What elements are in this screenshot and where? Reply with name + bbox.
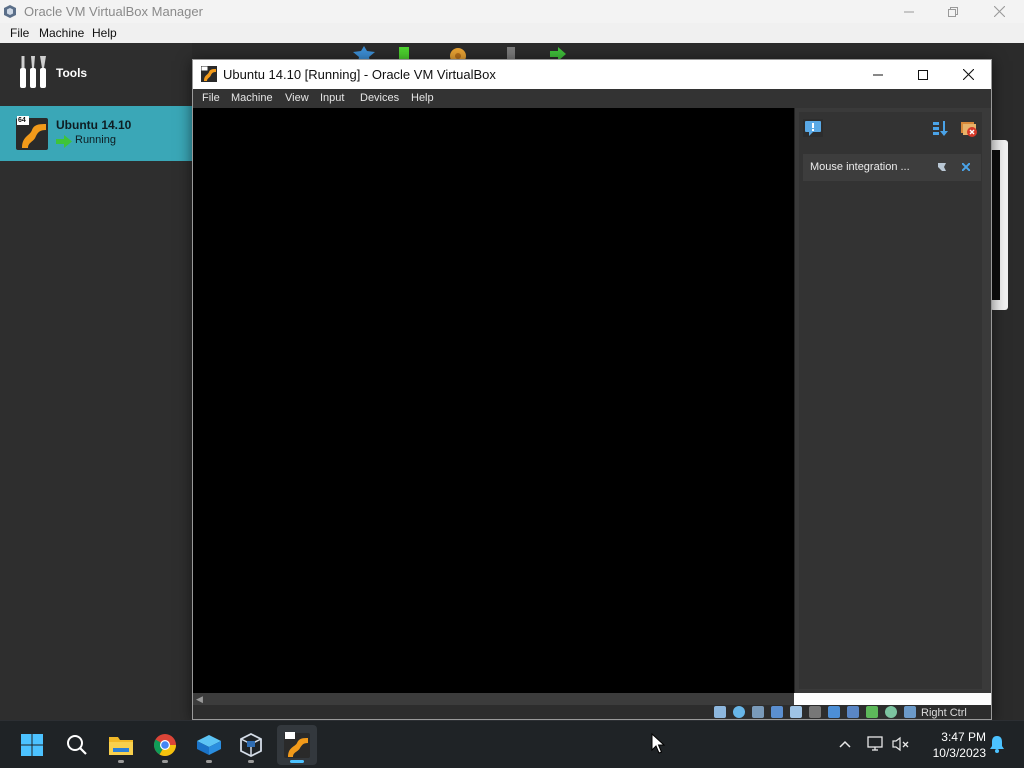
shared-folders-icon[interactable] [809, 706, 821, 718]
volume-muted-icon [892, 736, 909, 752]
tools-icon [20, 56, 46, 88]
taskbar-search-button[interactable] [57, 725, 97, 765]
taskbar-virtualbox-manager[interactable] [231, 725, 271, 765]
manager-title-bar[interactable]: Oracle VM VirtualBox Manager [0, 0, 1024, 23]
dismiss-notification-icon[interactable] [962, 163, 970, 171]
tray-volume-button[interactable] [890, 733, 912, 755]
manager-menu-file[interactable]: File [10, 26, 29, 40]
taskbar: 3:47 PM 10/3/2023 [0, 720, 1024, 768]
windows-start-icon [21, 734, 43, 756]
chevron-up-icon [839, 740, 851, 748]
vm-status-bar: Right Ctrl [193, 705, 991, 719]
close-all-notifications-icon[interactable] [960, 120, 978, 138]
vm-maximize-button[interactable] [900, 60, 946, 89]
minimize-icon [904, 11, 914, 12]
vm-menu-devices[interactable]: Devices [360, 92, 399, 104]
maximize-icon [918, 69, 928, 80]
chrome-icon [154, 734, 176, 756]
network-icon[interactable] [771, 706, 783, 718]
optical-drive-icon[interactable] [733, 706, 745, 718]
taskbar-sandbox-app[interactable] [189, 725, 229, 765]
notification-center-header [799, 112, 982, 144]
network-monitor-icon [867, 736, 883, 751]
vm-menu-help[interactable]: Help [411, 92, 434, 104]
start-button[interactable] [12, 725, 52, 765]
vm-horizontal-scrollbar[interactable]: ◀ [193, 693, 794, 705]
sandbox-box-icon [197, 735, 221, 755]
manager-menu-bar: File Machine Help [0, 23, 1024, 43]
vm-menu-machine[interactable]: Machine [231, 92, 273, 104]
vm-minimize-button[interactable] [855, 60, 901, 89]
vm-menu-view[interactable]: View [285, 92, 309, 104]
ubuntu-vm-icon [284, 732, 310, 758]
vm-window: Ubuntu 14.10 [Running] - Oracle VM Virtu… [192, 59, 992, 720]
keyboard-capture-icon[interactable] [904, 706, 916, 718]
vm-display[interactable] [193, 108, 794, 693]
sort-order-icon[interactable] [933, 121, 949, 137]
sidebar-tools-label: Tools [56, 66, 88, 80]
restore-icon [948, 6, 958, 17]
notification-center-icon[interactable] [803, 119, 823, 137]
tray-network-button[interactable] [865, 733, 887, 755]
notification-text: Mouse integration ... [810, 161, 910, 173]
taskbar-clock[interactable]: 3:47 PM 10/3/2023 [920, 729, 986, 761]
vm-name-label: Ubuntu 14.10 [56, 118, 132, 132]
vm-window-title: Ubuntu 14.10 [Running] - Oracle VM Virtu… [223, 67, 496, 82]
taskbar-chrome[interactable] [145, 725, 185, 765]
cpu-icon[interactable] [866, 706, 878, 718]
running-arrow-icon [56, 135, 72, 148]
manager-sidebar: Tools 64 Ubuntu 14.10 Running [0, 43, 192, 720]
taskbar-file-explorer[interactable] [101, 725, 141, 765]
manager-menu-machine[interactable]: Machine [39, 26, 84, 40]
clock-time: 3:47 PM [941, 730, 986, 744]
manager-minimize-button[interactable] [886, 0, 932, 23]
manager-close-button[interactable] [976, 0, 1022, 23]
vm-menu-input[interactable]: Input [320, 92, 344, 104]
notifications-button[interactable] [986, 733, 1008, 755]
host-key-label: Right Ctrl [921, 707, 967, 719]
display-icon[interactable] [828, 706, 840, 718]
hard-disk-icon[interactable] [714, 706, 726, 718]
minimize-icon [873, 74, 883, 75]
taskbar-ubuntu-vm-window[interactable] [277, 725, 317, 765]
vm-close-button[interactable] [945, 60, 991, 89]
scroll-left-icon[interactable]: ◀ [196, 694, 203, 705]
vm-title-bar[interactable]: Ubuntu 14.10 [Running] - Oracle VM Virtu… [193, 60, 991, 89]
notification-item-mouse-integration[interactable]: Mouse integration ... [803, 154, 981, 181]
keep-notification-icon[interactable] [937, 162, 947, 172]
search-icon [67, 735, 87, 755]
mouse-integration-icon[interactable] [885, 706, 897, 718]
clock-date: 10/3/2023 [932, 746, 986, 760]
usb-icon[interactable] [790, 706, 802, 718]
vm-state-label: Running [75, 134, 116, 146]
notification-center: Mouse integration ... [794, 108, 991, 693]
video-capture-icon[interactable] [847, 706, 859, 718]
manager-details-panel-edge [990, 140, 1008, 310]
add-vm-icon[interactable] [399, 47, 409, 59]
vm-menu-bar: File Machine View Input Devices Help [193, 89, 991, 108]
audio-icon[interactable] [752, 706, 764, 718]
manager-window-title: Oracle VM VirtualBox Manager [24, 4, 203, 19]
virtualbox-icon [240, 733, 262, 757]
vm-window-icon [201, 66, 217, 82]
close-icon [962, 69, 974, 80]
mouse-cursor-icon [651, 733, 665, 754]
notification-scrollbar[interactable] [983, 112, 991, 689]
vm-arch-badge: 64 [18, 117, 26, 124]
manager-restore-button[interactable] [930, 0, 976, 23]
vm-menu-file[interactable]: File [202, 92, 220, 104]
file-explorer-icon [109, 737, 133, 755]
show-hidden-icons-button[interactable] [834, 733, 856, 755]
bell-icon [990, 736, 1004, 753]
close-icon [993, 6, 1005, 17]
virtualbox-app-icon [4, 5, 16, 18]
manager-menu-help[interactable]: Help [92, 26, 117, 40]
sidebar-item-tools[interactable]: Tools [0, 43, 192, 105]
sidebar-item-ubuntu-vm[interactable]: 64 Ubuntu 14.10 Running [0, 106, 192, 161]
